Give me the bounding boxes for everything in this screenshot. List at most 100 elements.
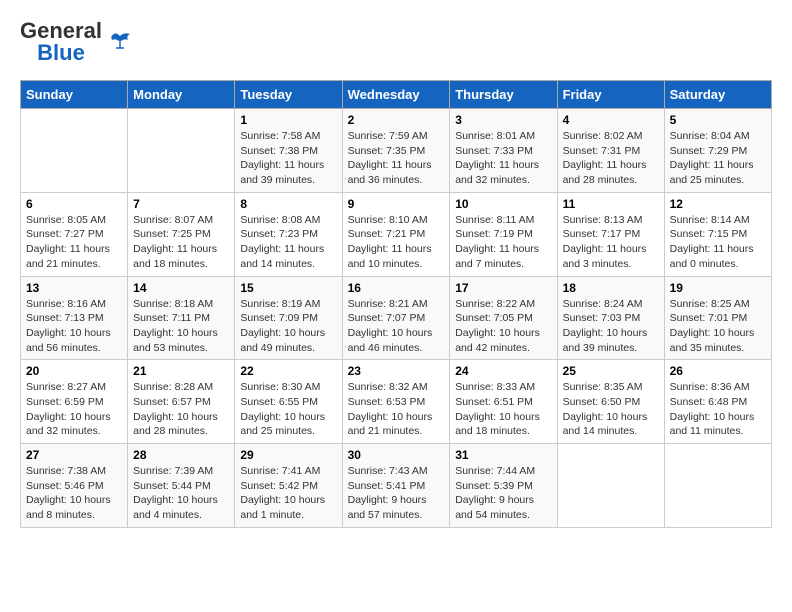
calendar-cell: 6Sunrise: 8:05 AM Sunset: 7:27 PM Daylig…	[21, 192, 128, 276]
calendar-cell: 20Sunrise: 8:27 AM Sunset: 6:59 PM Dayli…	[21, 360, 128, 444]
day-number: 14	[133, 281, 229, 295]
day-number: 12	[670, 197, 766, 211]
day-number: 11	[563, 197, 659, 211]
calendar-cell: 3 Sunrise: 8:01 AM Sunset: 7:33 PM Daylig…	[450, 109, 557, 193]
day-number: 21	[133, 364, 229, 378]
column-header-monday: Monday	[128, 81, 235, 109]
day-number: 18	[563, 281, 659, 295]
day-info: Sunrise: 8:08 AM Sunset: 7:23 PM Dayligh…	[240, 213, 336, 272]
calendar-cell	[664, 444, 771, 528]
column-header-friday: Friday	[557, 81, 664, 109]
day-info: Sunrise: 7:38 AM Sunset: 5:46 PM Dayligh…	[26, 464, 122, 523]
column-header-sunday: Sunday	[21, 81, 128, 109]
column-header-wednesday: Wednesday	[342, 81, 450, 109]
week-row-3: 13Sunrise: 8:16 AM Sunset: 7:13 PM Dayli…	[21, 276, 772, 360]
day-info: Sunrise: 8:02 AM Sunset: 7:31 PM Dayligh…	[563, 129, 659, 188]
calendar-cell: 25 Sunrise: 8:35 AM Sunset: 6:50 PM Dayli…	[557, 360, 664, 444]
calendar-cell: 31 Sunrise: 7:44 AM Sunset: 5:39 PM Dayli…	[450, 444, 557, 528]
day-info: Sunrise: 8:14 AM Sunset: 7:15 PM Dayligh…	[670, 213, 766, 272]
day-info: Sunrise: 7:44 AM Sunset: 5:39 PM Dayligh…	[455, 464, 551, 523]
calendar-cell: 13Sunrise: 8:16 AM Sunset: 7:13 PM Dayli…	[21, 276, 128, 360]
day-info: Sunrise: 8:24 AM Sunset: 7:03 PM Dayligh…	[563, 297, 659, 356]
calendar-cell: 30 Sunrise: 7:43 AM Sunset: 5:41 PM Dayli…	[342, 444, 450, 528]
day-number: 5	[670, 113, 766, 127]
day-info: Sunrise: 8:25 AM Sunset: 7:01 PM Dayligh…	[670, 297, 766, 356]
calendar-cell: 29 Sunrise: 7:41 AM Sunset: 5:42 PM Dayli…	[235, 444, 342, 528]
day-number: 22	[240, 364, 336, 378]
day-number: 26	[670, 364, 766, 378]
week-row-4: 20Sunrise: 8:27 AM Sunset: 6:59 PM Dayli…	[21, 360, 772, 444]
day-info: Sunrise: 8:18 AM Sunset: 7:11 PM Dayligh…	[133, 297, 229, 356]
day-info: Sunrise: 8:07 AM Sunset: 7:25 PM Dayligh…	[133, 213, 229, 272]
calendar-cell: 12 Sunrise: 8:14 AM Sunset: 7:15 PM Dayli…	[664, 192, 771, 276]
calendar-cell	[128, 109, 235, 193]
day-info: Sunrise: 7:58 AM Sunset: 7:38 PM Dayligh…	[240, 129, 336, 188]
calendar-cell: 21 Sunrise: 8:28 AM Sunset: 6:57 PM Dayli…	[128, 360, 235, 444]
day-number: 19	[670, 281, 766, 295]
day-number: 17	[455, 281, 551, 295]
logo-blue: Blue	[37, 42, 85, 64]
calendar-header-row: SundayMondayTuesdayWednesdayThursdayFrid…	[21, 81, 772, 109]
day-number: 3	[455, 113, 551, 127]
column-header-saturday: Saturday	[664, 81, 771, 109]
calendar-cell: 1Sunrise: 7:58 AM Sunset: 7:38 PM Daylig…	[235, 109, 342, 193]
day-info: Sunrise: 8:01 AM Sunset: 7:33 PM Dayligh…	[455, 129, 551, 188]
calendar-cell: 14 Sunrise: 8:18 AM Sunset: 7:11 PM Dayli…	[128, 276, 235, 360]
day-info: Sunrise: 8:16 AM Sunset: 7:13 PM Dayligh…	[26, 297, 122, 356]
day-info: Sunrise: 8:36 AM Sunset: 6:48 PM Dayligh…	[670, 380, 766, 439]
calendar-cell: 15 Sunrise: 8:19 AM Sunset: 7:09 PM Dayli…	[235, 276, 342, 360]
day-info: Sunrise: 7:43 AM Sunset: 5:41 PM Dayligh…	[348, 464, 445, 523]
calendar-table: SundayMondayTuesdayWednesdayThursdayFrid…	[20, 80, 772, 528]
day-info: Sunrise: 8:13 AM Sunset: 7:17 PM Dayligh…	[563, 213, 659, 272]
logo-bird-icon	[106, 28, 134, 56]
day-info: Sunrise: 8:33 AM Sunset: 6:51 PM Dayligh…	[455, 380, 551, 439]
column-header-thursday: Thursday	[450, 81, 557, 109]
logo-general: General	[20, 20, 102, 42]
week-row-5: 27 Sunrise: 7:38 AM Sunset: 5:46 PM Dayli…	[21, 444, 772, 528]
calendar-cell: 7 Sunrise: 8:07 AM Sunset: 7:25 PM Daylig…	[128, 192, 235, 276]
calendar-cell: 26 Sunrise: 8:36 AM Sunset: 6:48 PM Dayli…	[664, 360, 771, 444]
day-number: 30	[348, 448, 445, 462]
calendar-cell: 11 Sunrise: 8:13 AM Sunset: 7:17 PM Dayli…	[557, 192, 664, 276]
day-number: 4	[563, 113, 659, 127]
calendar-cell: 9Sunrise: 8:10 AM Sunset: 7:21 PM Daylig…	[342, 192, 450, 276]
calendar-cell: 23Sunrise: 8:32 AM Sunset: 6:53 PM Dayli…	[342, 360, 450, 444]
day-info: Sunrise: 8:19 AM Sunset: 7:09 PM Dayligh…	[240, 297, 336, 356]
day-number: 16	[348, 281, 445, 295]
day-number: 9	[348, 197, 445, 211]
day-info: Sunrise: 7:41 AM Sunset: 5:42 PM Dayligh…	[240, 464, 336, 523]
day-number: 7	[133, 197, 229, 211]
day-number: 24	[455, 364, 551, 378]
page-header: General Blue	[20, 20, 772, 64]
calendar-cell: 2 Sunrise: 7:59 AM Sunset: 7:35 PM Daylig…	[342, 109, 450, 193]
day-number: 25	[563, 364, 659, 378]
day-info: Sunrise: 7:59 AM Sunset: 7:35 PM Dayligh…	[348, 129, 445, 188]
calendar-cell: 24 Sunrise: 8:33 AM Sunset: 6:51 PM Dayli…	[450, 360, 557, 444]
calendar-cell: 28Sunrise: 7:39 AM Sunset: 5:44 PM Dayli…	[128, 444, 235, 528]
calendar-cell: 16 Sunrise: 8:21 AM Sunset: 7:07 PM Dayli…	[342, 276, 450, 360]
day-info: Sunrise: 8:27 AM Sunset: 6:59 PM Dayligh…	[26, 380, 122, 439]
day-info: Sunrise: 8:28 AM Sunset: 6:57 PM Dayligh…	[133, 380, 229, 439]
day-number: 15	[240, 281, 336, 295]
day-info: Sunrise: 8:04 AM Sunset: 7:29 PM Dayligh…	[670, 129, 766, 188]
day-info: Sunrise: 7:39 AM Sunset: 5:44 PM Dayligh…	[133, 464, 229, 523]
day-number: 2	[348, 113, 445, 127]
day-info: Sunrise: 8:35 AM Sunset: 6:50 PM Dayligh…	[563, 380, 659, 439]
day-number: 27	[26, 448, 122, 462]
day-info: Sunrise: 8:22 AM Sunset: 7:05 PM Dayligh…	[455, 297, 551, 356]
calendar-cell: 5 Sunrise: 8:04 AM Sunset: 7:29 PM Daylig…	[664, 109, 771, 193]
day-info: Sunrise: 8:11 AM Sunset: 7:19 PM Dayligh…	[455, 213, 551, 272]
day-info: Sunrise: 8:21 AM Sunset: 7:07 PM Dayligh…	[348, 297, 445, 356]
day-number: 29	[240, 448, 336, 462]
week-row-2: 6Sunrise: 8:05 AM Sunset: 7:27 PM Daylig…	[21, 192, 772, 276]
calendar-cell: 17 Sunrise: 8:22 AM Sunset: 7:05 PM Dayli…	[450, 276, 557, 360]
calendar-cell: 27 Sunrise: 7:38 AM Sunset: 5:46 PM Dayli…	[21, 444, 128, 528]
day-number: 23	[348, 364, 445, 378]
day-number: 31	[455, 448, 551, 462]
week-row-1: 1Sunrise: 7:58 AM Sunset: 7:38 PM Daylig…	[21, 109, 772, 193]
day-info: Sunrise: 8:30 AM Sunset: 6:55 PM Dayligh…	[240, 380, 336, 439]
column-header-tuesday: Tuesday	[235, 81, 342, 109]
day-number: 6	[26, 197, 122, 211]
logo: General Blue	[20, 20, 134, 64]
calendar-cell: 10Sunrise: 8:11 AM Sunset: 7:19 PM Dayli…	[450, 192, 557, 276]
